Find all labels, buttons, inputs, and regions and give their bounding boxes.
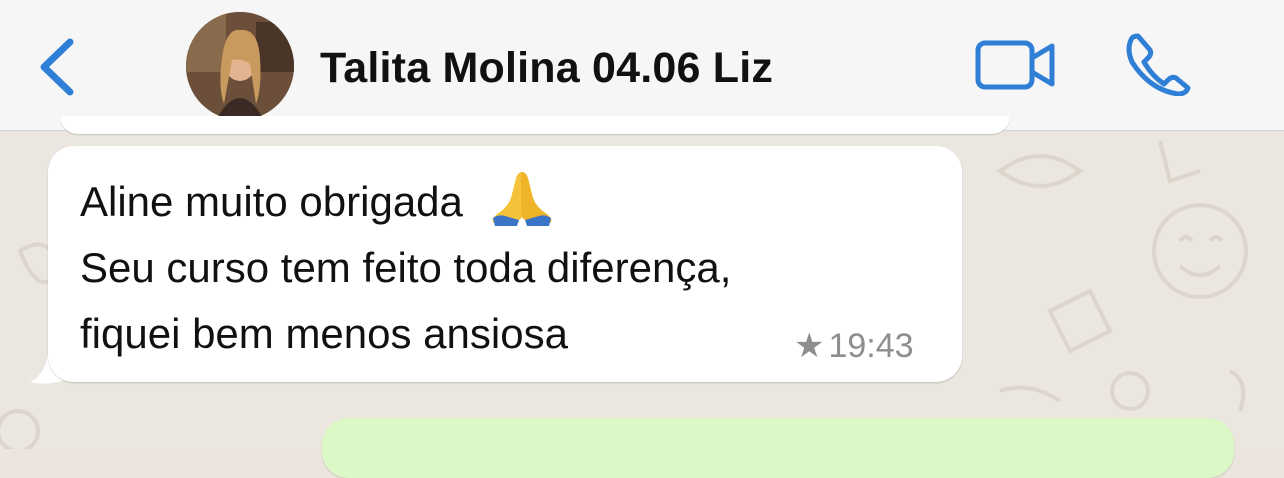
folded-hands-emoji	[492, 172, 551, 226]
message-line: Aline muito obrigada	[80, 168, 920, 235]
contact-name[interactable]: Talita Molina 04.06 Liz	[320, 44, 773, 93]
phone-icon[interactable]	[1124, 32, 1192, 96]
chevron-left-icon[interactable]	[34, 36, 78, 98]
video-camera-icon[interactable]	[974, 38, 1056, 92]
message-line-2: Seu curso tem feito toda diferença,	[80, 244, 732, 291]
previous-message-bubble	[60, 116, 1010, 134]
outgoing-message-bubble[interactable]	[322, 418, 1234, 478]
message-line-1: Aline muito obrigada	[80, 178, 463, 225]
message-time: 19:43	[828, 326, 914, 365]
avatar-photo	[186, 12, 294, 120]
contact-avatar[interactable]	[186, 12, 294, 120]
chat-header: Talita Molina 04.06 Liz	[0, 0, 1284, 131]
message-meta: ★ 19:43	[794, 326, 914, 366]
star-icon: ★	[794, 327, 825, 365]
